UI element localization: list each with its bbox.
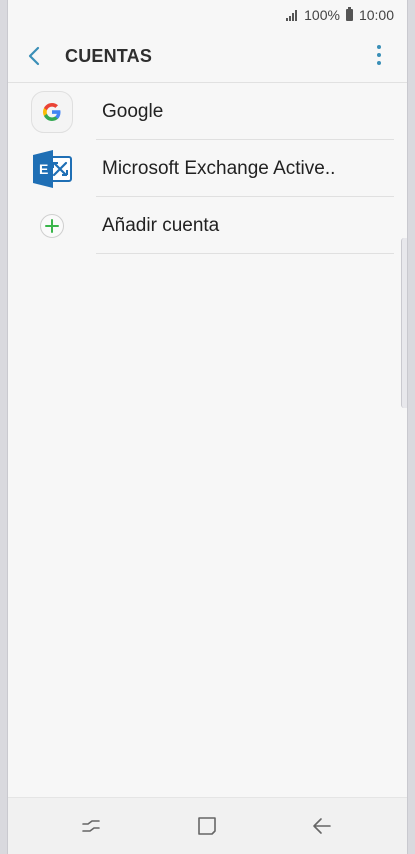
status-indicators: 100% 10:00 [286, 7, 394, 23]
recent-apps-icon[interactable] [78, 814, 104, 838]
edge-panel-handle[interactable] [401, 238, 407, 408]
add-account-button[interactable]: Añadir cuenta [8, 197, 407, 254]
battery-icon [345, 7, 353, 21]
divider [96, 253, 394, 254]
account-label: Microsoft Exchange Active.. [102, 158, 336, 179]
clock: 10:00 [358, 7, 394, 23]
svg-text:E: E [39, 161, 48, 177]
exchange-icon: E [30, 147, 74, 191]
page-title: CUENTAS [65, 46, 153, 66]
battery-percent: 100% [304, 7, 340, 23]
app-bar: CUENTAS [8, 32, 407, 83]
account-row-google[interactable]: Google [8, 83, 407, 140]
google-icon [30, 90, 74, 134]
back-arrow-icon[interactable] [20, 42, 48, 70]
more-options-icon[interactable] [371, 43, 387, 67]
status-bar: 100% 10:00 [8, 0, 407, 30]
phone-screen: 100% 10:00 CUENTAS Google E Microsoft Ex… [7, 0, 408, 854]
account-row-exchange[interactable]: E Microsoft Exchange Active.. [8, 140, 407, 197]
navigation-bar [8, 797, 407, 854]
account-list: Google E Microsoft Exchange Active.. Aña… [8, 83, 407, 254]
account-label: Google [102, 101, 164, 122]
back-icon[interactable] [309, 814, 335, 838]
home-icon[interactable] [194, 814, 220, 838]
add-icon [30, 204, 74, 248]
account-label: Añadir cuenta [102, 215, 220, 236]
signal-icon [286, 9, 298, 21]
